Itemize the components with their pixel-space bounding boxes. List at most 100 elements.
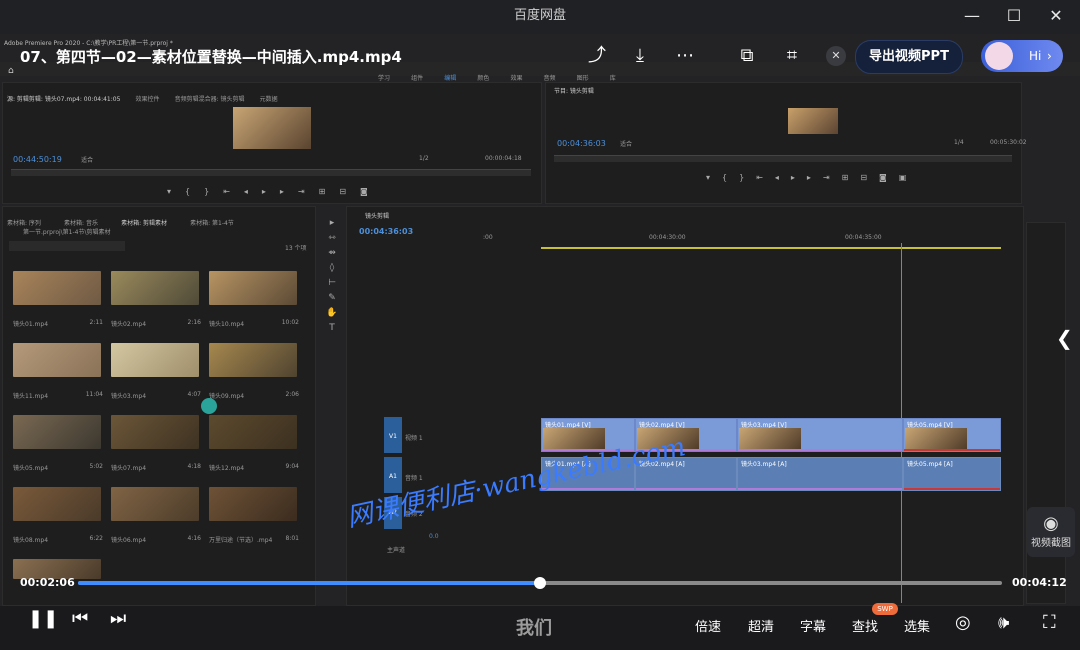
media-item[interactable]: 镜头02.mp4 2:16 [111, 271, 201, 331]
settings-icon[interactable]: ◎ [955, 612, 971, 633]
panel-tab[interactable]: 元数据 [260, 96, 278, 103]
program-fit[interactable]: 适合 [620, 139, 632, 148]
panel-tab[interactable]: 效果控件 [136, 96, 160, 103]
project-search-input[interactable] [9, 241, 125, 251]
program-preview [788, 108, 838, 134]
side-panel-toggle-icon[interactable]: ❮ [1056, 326, 1073, 350]
speed-button[interactable]: 倍速 [695, 616, 721, 635]
master-volume[interactable]: 0.0 [429, 533, 439, 540]
download-icon[interactable]: ⤓ [626, 44, 654, 68]
program-duration: 00:05:30:02 [990, 139, 1027, 146]
subtitle-text: 我们 [516, 618, 552, 639]
tools-panel[interactable]: ▸ ⇿ ⇴ ◊ ⊢ ✎ ✋ T [322, 216, 342, 336]
timeline-clip[interactable]: 镜头03.mp4 [V] [737, 418, 903, 452]
assistant-avatar-icon [985, 42, 1013, 70]
panel-tab[interactable]: 素材箱: 第1-4节 [190, 220, 234, 227]
media-item[interactable]: 镜头01.mp4 2:11 [13, 271, 103, 331]
search-button[interactable]: 查找 [852, 616, 878, 635]
media-duration: 9:04 [285, 463, 299, 470]
program-tab[interactable]: 节目: 镜头剪辑 [554, 86, 594, 95]
workspace-tab[interactable]: 颜色 [477, 75, 489, 82]
media-name: 镜头02.mp4 [111, 321, 147, 328]
media-thumbnail [209, 343, 297, 377]
media-item[interactable]: 镜头07.mp4 4:18 [111, 415, 201, 475]
media-thumbnail [209, 487, 297, 521]
share-icon[interactable]: ⤴ [583, 44, 611, 68]
timeline-tab[interactable]: 镜头剪辑 [365, 211, 389, 220]
crop-icon[interactable]: ⌗ [778, 44, 806, 68]
captions-button[interactable]: 字幕 [800, 616, 826, 635]
work-area-bar[interactable] [541, 247, 1001, 249]
media-name: 镜头03.mp4 [111, 393, 147, 400]
timeline-clip[interactable]: 镜头03.mp4 [A] [737, 457, 903, 491]
workspace-tab[interactable]: 组件 [411, 75, 423, 82]
assistant-button[interactable]: Hi › [981, 40, 1063, 72]
source-ratio[interactable]: 1/2 [419, 155, 429, 162]
home-icon[interactable]: ⌂ [8, 66, 14, 76]
source-timecode: 00:44:50:19 [13, 155, 62, 164]
panel-tab[interactable]: 音频剪辑混合器: 镜头剪辑 [175, 96, 245, 103]
panel-tab[interactable]: 素材箱: 音乐 [64, 220, 98, 227]
clip-marker [904, 449, 1000, 451]
timeline-clip[interactable]: 镜头05.mp4 [V] [903, 418, 1001, 452]
episodes-button[interactable]: 选集 [904, 616, 930, 635]
maximize-icon[interactable]: ☐ [1000, 4, 1028, 28]
media-item[interactable]: 镜头05.mp4 5:02 [13, 415, 103, 475]
timeline-clip[interactable]: 镜头05.mp4 [A] [903, 457, 1001, 491]
pip-icon[interactable]: ⧉ [733, 44, 761, 68]
media-item[interactable]: 镜头03.mp4 4:07 [111, 343, 201, 403]
clip-marker [636, 488, 736, 490]
quality-button[interactable]: 超清 [748, 616, 774, 635]
media-grid: 镜头01.mp4 2:11 镜头02.mp4 2:16 镜头10.mp4 10:02 镜头1… [13, 271, 305, 601]
workspace-tab[interactable]: 效果 [510, 75, 522, 82]
media-item[interactable]: 万里归途（节选）.mp4 8:01 [209, 487, 299, 547]
minimize-icon[interactable]: — [958, 4, 986, 28]
media-item[interactable]: 镜头12.mp4 9:04 [209, 415, 299, 475]
total-duration: 00:04:12 [1012, 576, 1067, 589]
ruler-label: :00 [483, 234, 493, 241]
media-duration: 4:18 [187, 463, 201, 470]
source-fit[interactable]: 适合 [81, 155, 93, 164]
media-item[interactable]: 镜头08.mp4 6:22 [13, 487, 103, 547]
previous-icon[interactable]: ⏮ [72, 608, 88, 629]
volume-icon[interactable]: 🕪 [998, 612, 1009, 633]
media-duration: 6:22 [89, 535, 103, 542]
close-overlay-icon[interactable]: ✕ [826, 46, 846, 66]
progress-bar[interactable] [78, 577, 1002, 589]
workspace-tab[interactable]: 图形 [577, 75, 589, 82]
program-ratio[interactable]: 1/4 [954, 139, 964, 146]
close-icon[interactable]: ✕ [1042, 4, 1070, 28]
video-frame[interactable]: Adobe Premiere Pro 2020 - C:\教学\PR工程\第一节… [0, 34, 1080, 606]
media-duration: 2:11 [89, 319, 103, 326]
media-thumbnail [111, 487, 199, 521]
program-scrubber[interactable] [554, 155, 1012, 162]
item-count: 13 个项 [285, 245, 307, 252]
program-transport-controls[interactable]: ▾{}⇤◂▸▸⇥⊞⊟◙▣ [706, 173, 918, 182]
panel-tab[interactable]: 素材箱: 剪辑素材 [121, 220, 167, 227]
media-item[interactable]: 镜头11.mp4 11:04 [13, 343, 103, 403]
workspace-tab[interactable]: 编辑 [444, 75, 456, 82]
media-name: 镜头07.mp4 [111, 465, 147, 472]
workspace-tab[interactable]: 音频 [544, 75, 556, 82]
media-name: 镜头10.mp4 [209, 321, 245, 328]
source-monitor: 源: 剪辑剪辑: 镜头07.mp4: 00:04:41:05 效果控件 音频剪辑… [2, 82, 542, 204]
media-item[interactable]: 镜头06.mp4 4:16 [111, 487, 201, 547]
media-name: 镜头09.mp4 [209, 393, 245, 400]
track-label: 视频 1 [405, 435, 423, 442]
panel-tab[interactable]: 素材箱: 序列 [7, 220, 41, 227]
more-icon[interactable]: ⋯ [671, 44, 699, 68]
screenshot-button[interactable]: ◉ 视频截图 [1027, 507, 1075, 557]
workspace-tab[interactable]: 学习 [378, 75, 390, 82]
export-ppt-button[interactable]: 导出视频PPT [855, 40, 963, 74]
source-transport-controls[interactable]: ▾{}⇤◂▸▸⇥⊞⊟◙ [167, 187, 382, 196]
media-item[interactable]: 镜头10.mp4 10:02 [209, 271, 299, 331]
next-icon[interactable]: ⏭ [110, 608, 126, 629]
media-item[interactable]: 镜头09.mp4 2:06 [209, 343, 299, 403]
pause-icon[interactable]: ❚❚ [28, 608, 58, 629]
fullscreen-icon[interactable]: ⛶ [1043, 612, 1056, 633]
media-name: 镜头06.mp4 [111, 537, 147, 544]
progress-knob[interactable] [534, 577, 546, 589]
panel-tab[interactable]: 源: 剪辑剪辑: 镜头07.mp4: 00:04:41:05 [7, 96, 120, 103]
workspace-tab[interactable]: 库 [610, 75, 616, 82]
source-scrubber[interactable] [11, 169, 531, 176]
